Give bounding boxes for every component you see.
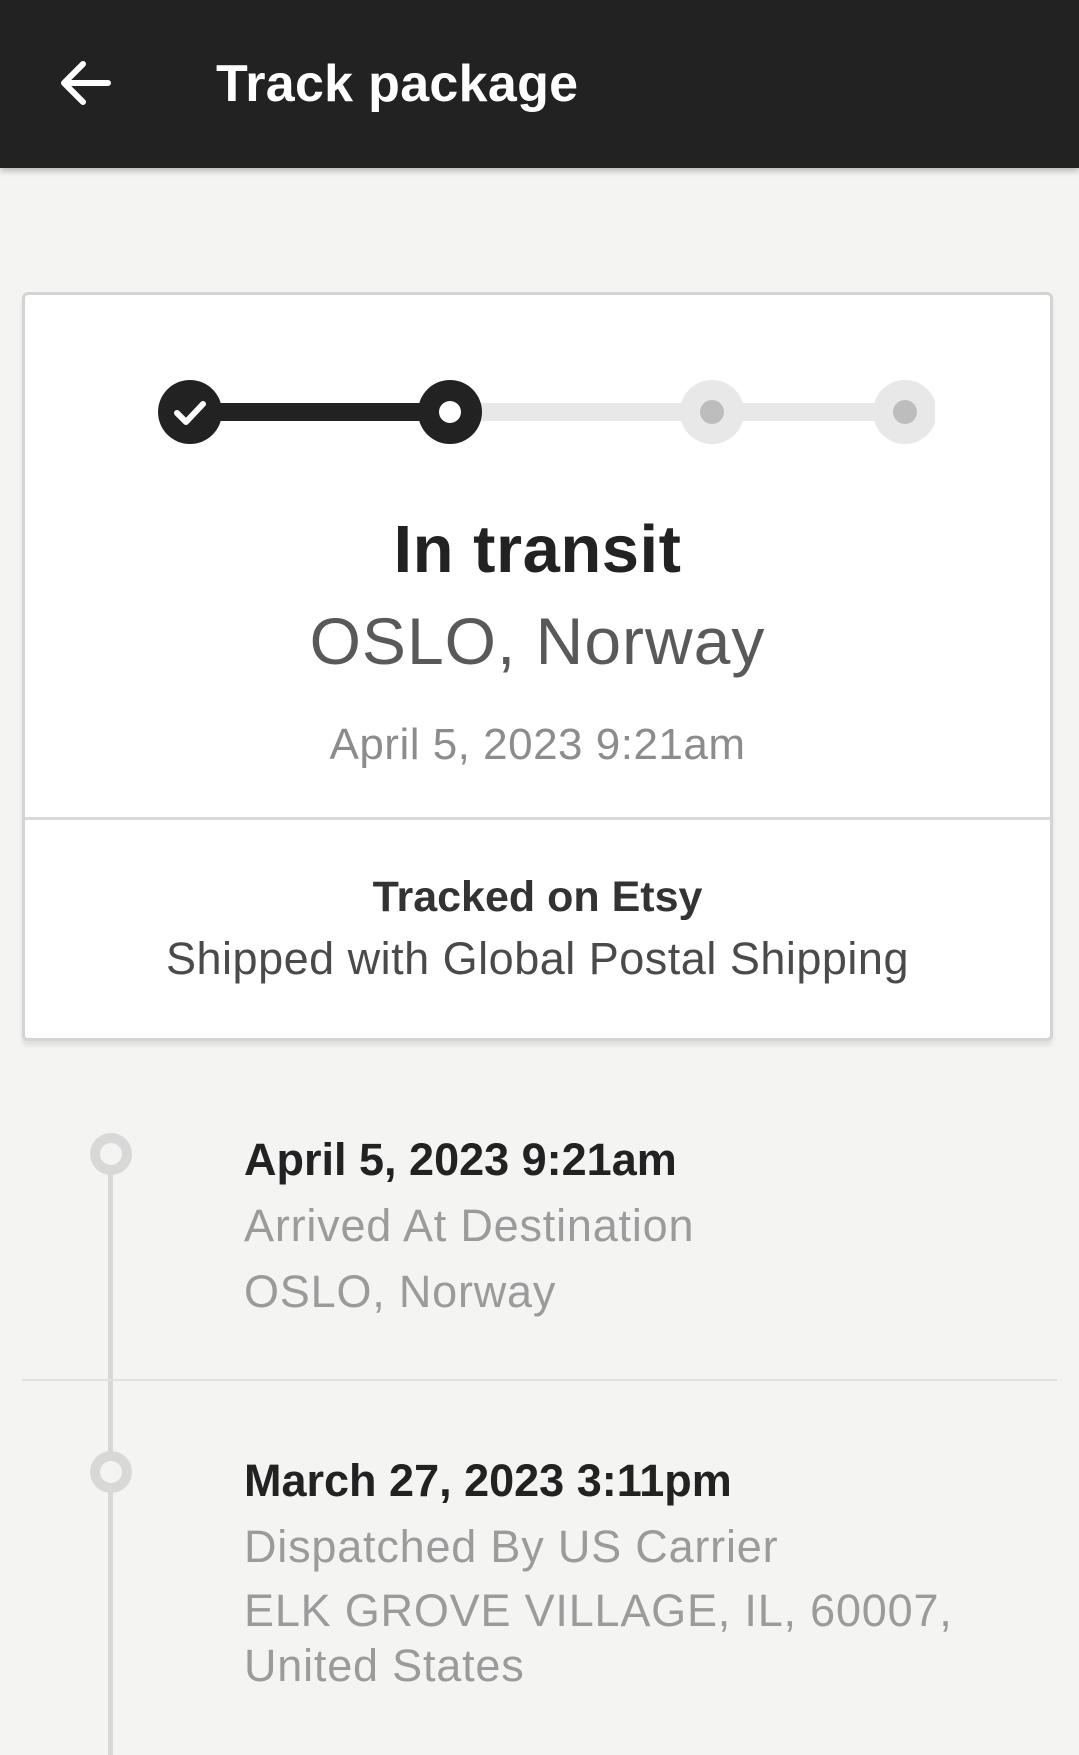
arrow-left-icon (61, 61, 111, 105)
progress-step-4-pending (873, 380, 935, 444)
timeline-dot (90, 1451, 132, 1493)
back-button[interactable] (44, 40, 124, 126)
page-title: Track package (216, 55, 579, 113)
progress-step-1-complete (158, 380, 222, 444)
status-date: April 5, 2023 9:21am (329, 720, 746, 769)
event-date: April 5, 2023 9:21am (244, 1134, 677, 1185)
shipping-method-label: Shipped with Global Postal Shipping (166, 933, 909, 984)
status-title: In transit (393, 512, 682, 587)
card-divider (25, 817, 1050, 820)
progress-stepper (158, 380, 935, 444)
event-date: March 27, 2023 3:11pm (244, 1455, 732, 1506)
timeline-dot (90, 1133, 132, 1175)
event-description: Dispatched By US Carrier (244, 1521, 779, 1572)
status-location: OSLO, Norway (309, 604, 766, 678)
event-location: ELK GROVE VILLAGE, IL, 60007, United Sta… (244, 1585, 953, 1691)
tracked-on-label: Tracked on Etsy (372, 873, 703, 921)
progress-step-2-current (418, 380, 482, 444)
progress-step-3-pending (680, 380, 744, 444)
event-divider (22, 1379, 1057, 1381)
event-description: Arrived At Destination (244, 1200, 695, 1251)
tracking-status-card: In transit OSLO, Norway April 5, 2023 9:… (22, 292, 1053, 1041)
app-bar: Track package (0, 0, 1079, 168)
event-location: OSLO, Norway (244, 1266, 557, 1317)
